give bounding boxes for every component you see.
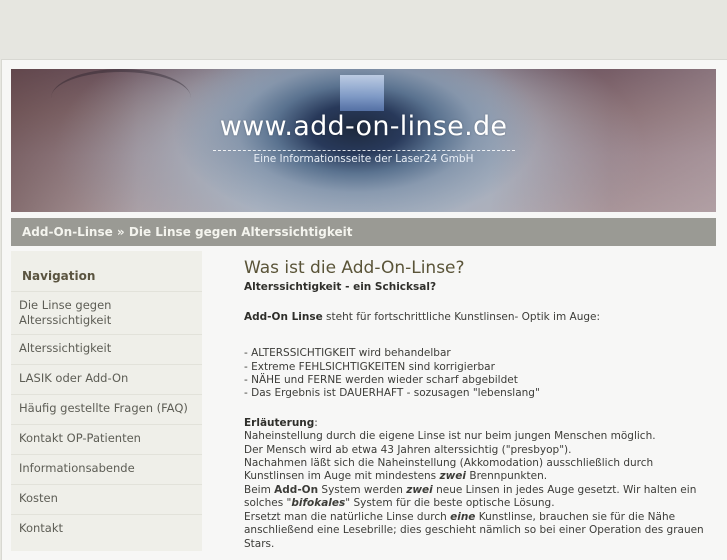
explanation-line: Beim Add-On System werden zwei neue Lins…: [244, 484, 714, 497]
explanation-colon: :: [314, 416, 318, 429]
explanation-line: solches "bifokales" System für die beste…: [244, 497, 714, 510]
benefit-item: - Das Ergebnis ist DAUERHAFT - sozusagen…: [244, 387, 540, 400]
emphasis: zwei: [439, 470, 467, 483]
explanation-line: Stars.: [244, 537, 275, 550]
page-title: Was ist die Add-On-Linse?: [244, 258, 465, 278]
title-divider: [213, 150, 515, 151]
text: Kunstlinse, brauchen sie für die Nähe: [475, 510, 676, 523]
benefit-item: - Extreme FEHLSICHTIGKEITEN sind korrigi…: [244, 360, 495, 373]
benefit-item: - ALTERSSICHTIGKEIT wird behandelbar: [244, 347, 451, 360]
text: Ersetzt man die natürliche Linse durch: [244, 510, 451, 523]
main-content: Was ist die Add-On-Linse? Alterssichtigk…: [244, 258, 714, 551]
intro-bold: Add-On Linse: [244, 310, 323, 323]
breadcrumb-bar: Add-On-Linse » Die Linse gegen Alterssic…: [11, 218, 716, 246]
emphasis: zwei: [406, 483, 433, 496]
nav-list: Die Linse gegen Alterssichtigkeit Alters…: [11, 291, 202, 544]
sidebar-item-alterssichtigkeit[interactable]: Alterssichtigkeit: [11, 334, 202, 364]
text: solches ": [244, 497, 292, 510]
sidebar-item-lasik-oder-add-on[interactable]: LASIK oder Add-On: [11, 364, 202, 394]
explanation-line: Der Mensch wird ab etwa 43 Jahren alters…: [244, 443, 572, 456]
explanation-line: Ersetzt man die natürliche Linse durch e…: [244, 511, 714, 524]
text: " System für die beste optische Lösung.: [345, 497, 555, 510]
explanation-section: Erläuterung: Naheinstellung durch die ei…: [244, 417, 714, 551]
sidebar-item-informationsabende[interactable]: Informationsabende: [11, 454, 202, 484]
sidebar-item-kosten[interactable]: Kosten: [11, 484, 202, 514]
nav-heading: Navigation: [22, 269, 96, 283]
text: Beim: [244, 483, 275, 496]
benefit-list: - ALTERSSICHTIGKEIT wird behandelbar - E…: [244, 347, 714, 401]
explanation-line: Naheinstellung durch die eigene Linse is…: [244, 430, 656, 443]
explanation-line: Nachahmen läßt sich die Naheinstellung (…: [244, 457, 654, 470]
emphasis: Add-On: [274, 483, 319, 496]
explanation-label: Erläuterung: [244, 416, 315, 429]
header-banner: www.add-on-linse.de Eine Informationssei…: [11, 69, 716, 212]
sidebar-item-kontakt-op-patienten[interactable]: Kontakt OP-Patienten: [11, 424, 202, 454]
intro-text: steht für fortschrittliche Kunstlinsen- …: [322, 310, 601, 323]
text: System werden: [318, 483, 407, 496]
emphasis: eine: [450, 510, 476, 523]
breadcrumb: Add-On-Linse » Die Linse gegen Alterssic…: [22, 225, 353, 239]
text: Brennpunkten.: [466, 470, 548, 483]
site-title[interactable]: www.add-on-linse.de: [11, 111, 716, 142]
text: Kunstlinsen im Auge mit mindestens: [244, 470, 440, 483]
eye-reflection: [340, 75, 384, 111]
site-subtitle: Eine Informationsseite der Laser24 GmbH: [253, 153, 474, 165]
subheading: Alterssichtigkeit - ein Schicksal?: [244, 281, 437, 294]
sidebar-item-kontakt[interactable]: Kontakt: [11, 514, 202, 544]
emphasis: bifokales: [291, 497, 346, 510]
benefit-item: - NÄHE und FERNE werden wieder scharf ab…: [244, 374, 518, 387]
sidebar-item-die-linse-gegen-alterssichtigkeit[interactable]: Die Linse gegen Alterssichtigkeit: [11, 291, 202, 334]
text: neue Linsen in jedes Auge gesetzt. Wir h…: [432, 483, 697, 496]
explanation-line: Kunstlinsen im Auge mit mindestens zwei …: [244, 470, 714, 483]
sidebar-item-faq[interactable]: Häufig gestellte Fragen (FAQ): [11, 394, 202, 424]
explanation-line: anschließend eine Lesebrille; dies gesch…: [244, 524, 704, 537]
sidebar-navigation: Navigation Die Linse gegen Alterssichtig…: [11, 251, 202, 551]
intro-paragraph: Add-On Linse steht für fortschrittliche …: [244, 311, 714, 324]
